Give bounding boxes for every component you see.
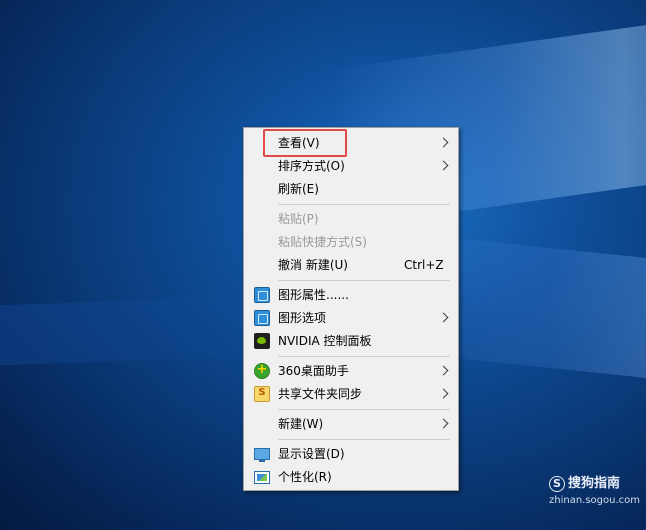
menu-item-personalize[interactable]: 个性化(R) <box>244 466 458 489</box>
menu-separator <box>278 280 450 281</box>
menu-item-label: 排序方式(O) <box>278 159 345 173</box>
menu-item-undo-new[interactable]: 撤消 新建(U) Ctrl+Z <box>244 254 458 277</box>
menu-item-label: 粘贴(P) <box>278 212 319 226</box>
menu-item-label: 粘贴快捷方式(S) <box>278 235 367 249</box>
watermark-title: 搜狗指南 <box>568 476 621 491</box>
desktop-context-menu: 查看(V) 排序方式(O) 刷新(E) 粘贴(P) 粘贴快捷方式(S) 撤消 新… <box>243 127 459 491</box>
menu-item-label: 刷新(E) <box>278 182 319 196</box>
menu-item-paste-shortcut[interactable]: 粘贴快捷方式(S) <box>244 231 458 254</box>
menu-item-shortcut: Ctrl+Z <box>404 258 444 272</box>
menu-item-sort-by[interactable]: 排序方式(O) <box>244 155 458 178</box>
menu-item-label: 图形属性...... <box>278 288 349 302</box>
menu-item-360-desktop-assistant[interactable]: 360桌面助手 <box>244 360 458 383</box>
chevron-right-icon <box>438 137 449 148</box>
menu-item-label: 新建(W) <box>278 417 324 431</box>
menu-item-label: 共享文件夹同步 <box>278 387 363 401</box>
chevron-right-icon <box>438 312 449 323</box>
menu-item-label: 图形选项 <box>278 311 327 325</box>
nvidia-icon <box>254 333 270 349</box>
menu-item-paste[interactable]: 粘贴(P) <box>244 208 458 231</box>
chevron-right-icon <box>438 388 449 399</box>
intel-graphics-icon <box>254 310 270 326</box>
watermark-url: zhinan.sogou.com <box>549 495 641 506</box>
menu-item-label: 360桌面助手 <box>278 364 349 378</box>
menu-item-refresh[interactable]: 刷新(E) <box>244 178 458 201</box>
menu-item-graphics-properties[interactable]: 图形属性...... <box>244 284 458 307</box>
display-icon <box>254 448 270 462</box>
highlight-box <box>263 129 347 157</box>
menu-item-label: 个性化(R) <box>278 470 332 484</box>
chevron-right-icon <box>438 418 449 429</box>
menu-separator <box>278 409 450 410</box>
menu-separator <box>278 204 450 205</box>
menu-item-shared-folder-sync[interactable]: 共享文件夹同步 <box>244 383 458 406</box>
menu-item-label: NVIDIA 控制面板 <box>278 334 372 348</box>
chevron-right-icon <box>438 160 449 171</box>
intel-graphics-icon <box>254 287 270 303</box>
sogou-logo-icon: S <box>549 476 565 492</box>
menu-item-label: 撤消 新建(U) <box>278 258 348 272</box>
menu-item-label: 显示设置(D) <box>278 447 345 461</box>
chevron-right-icon <box>438 365 449 376</box>
menu-item-new[interactable]: 新建(W) <box>244 413 458 436</box>
menu-item-display-settings[interactable]: 显示设置(D) <box>244 443 458 466</box>
menu-separator <box>278 356 450 357</box>
360-icon <box>254 360 270 380</box>
personalize-icon <box>254 471 270 484</box>
menu-item-nvidia-control-panel[interactable]: NVIDIA 控制面板 <box>244 330 458 353</box>
share-sync-icon <box>254 383 270 403</box>
menu-separator <box>278 439 450 440</box>
sogou-watermark: S 搜狗指南 zhinan.sogou.com <box>549 476 641 512</box>
menu-item-graphics-options[interactable]: 图形选项 <box>244 307 458 330</box>
